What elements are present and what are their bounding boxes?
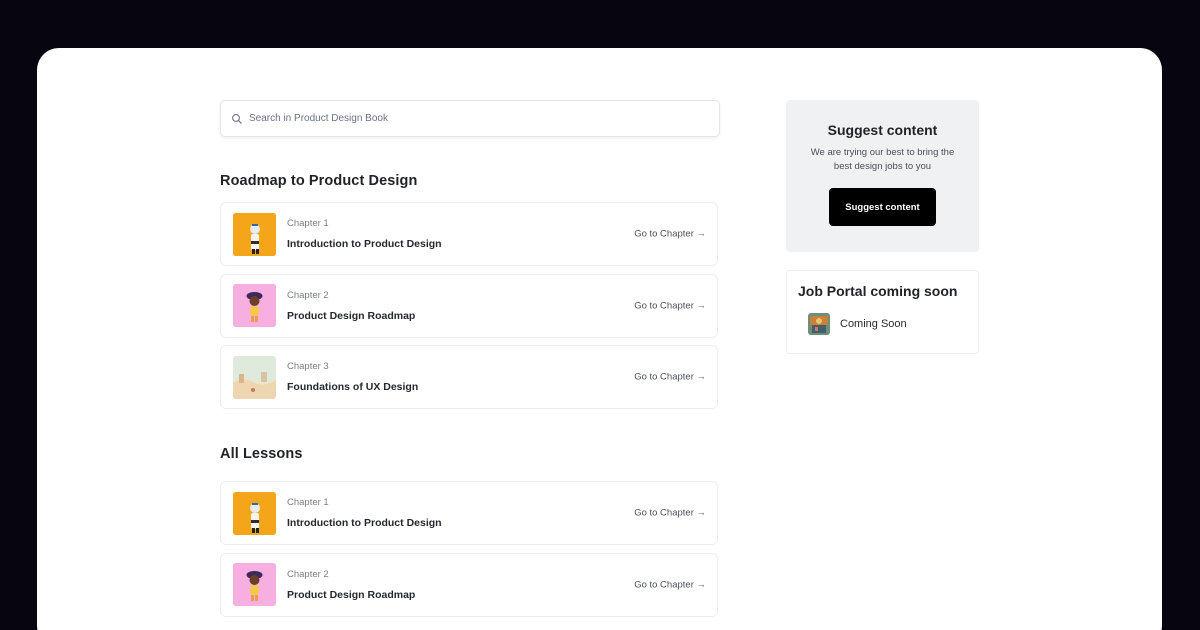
chapter-number: Chapter 1 — [287, 497, 329, 508]
go-to-chapter-link[interactable]: Go to Chapter → — [634, 508, 706, 519]
suggest-content-button[interactable]: Suggest content — [829, 188, 936, 226]
chapter-number: Chapter 2 — [287, 289, 329, 301]
search-bar[interactable] — [220, 100, 720, 137]
sidebar: Suggest content We are trying our best t… — [786, 100, 979, 354]
chapter-thumbnail — [233, 212, 276, 256]
go-to-chapter-link[interactable]: Go to Chapter → — [634, 300, 706, 311]
chapter-card[interactable]: Chapter 2 Product Design Roadmap Go to C… — [220, 273, 718, 338]
roadmap-title: Roadmap to Product Design — [220, 173, 418, 189]
lesson-card[interactable]: Chapter 2 Product Design Roadmap Go to C… — [220, 552, 718, 617]
chapter-thumbnail — [233, 491, 276, 535]
chapter-title: Foundations of UX Design — [287, 381, 419, 393]
go-to-chapter-link[interactable]: Go to Chapter → — [634, 229, 706, 240]
main-column: Roadmap to Product Design Chapter 1 Intr… — [220, 100, 720, 624]
chapter-thumbnail — [233, 563, 276, 606]
suggest-title: Suggest content — [827, 122, 938, 138]
chapter-card[interactable]: Chapter 1 Introduction to Product Design… — [220, 202, 718, 266]
content-card: Roadmap to Product Design Chapter 1 Intr… — [37, 48, 1162, 630]
coming-soon-label: Coming Soon — [840, 318, 907, 330]
chapter-card[interactable]: Chapter 3 Foundations of UX Design Go to… — [220, 345, 718, 409]
go-to-chapter-link[interactable]: Go to Chapter → — [634, 579, 706, 590]
suggest-description: We are trying our best to bring the best… — [810, 147, 955, 172]
job-portal-title: Job Portal coming soon — [798, 283, 958, 299]
chapter-number: Chapter 2 — [287, 568, 329, 580]
chapter-thumbnail — [233, 355, 276, 399]
suggest-content-panel: Suggest content We are trying our best t… — [786, 100, 979, 252]
chapter-title: Product Design Roadmap — [287, 588, 416, 601]
chapter-title: Introduction to Product Design — [287, 238, 442, 250]
chapter-title: Product Design Roadmap — [287, 309, 416, 322]
job-portal-icon — [808, 313, 830, 335]
chapter-number: Chapter 3 — [287, 361, 329, 372]
coming-soon-item: Coming Soon — [798, 313, 967, 335]
search-input[interactable] — [249, 113, 669, 124]
job-portal-panel: Job Portal coming soon Coming Soon — [786, 270, 979, 354]
chapter-thumbnail — [233, 284, 276, 327]
search-icon — [231, 113, 243, 125]
go-to-chapter-link[interactable]: Go to Chapter → — [634, 372, 706, 383]
all-lessons-title: All Lessons — [220, 446, 303, 462]
lesson-card[interactable]: Chapter 1 Introduction to Product Design… — [220, 481, 718, 545]
chapter-title: Introduction to Product Design — [287, 517, 442, 529]
chapter-number: Chapter 1 — [287, 218, 329, 229]
